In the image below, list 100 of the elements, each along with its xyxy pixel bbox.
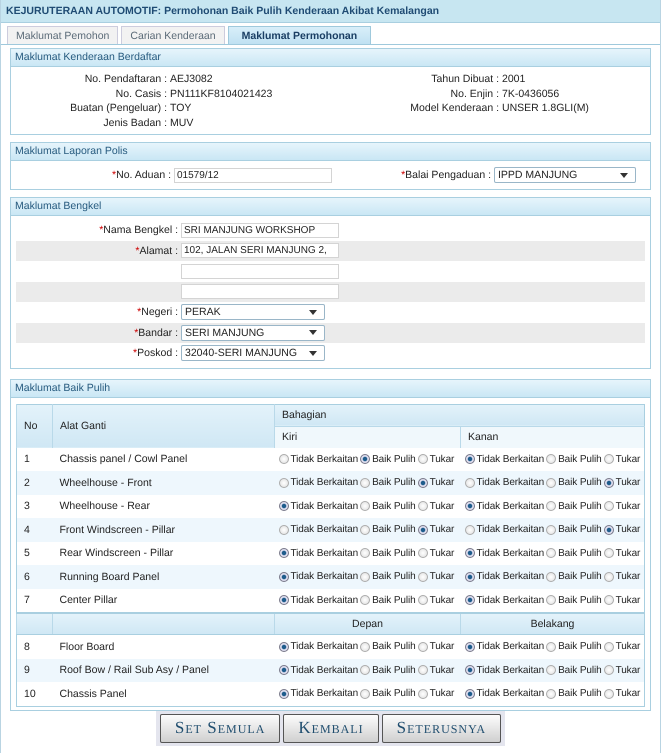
option-label: Tukar: [616, 548, 640, 559]
radio-button[interactable]: [418, 642, 428, 652]
radio-button[interactable]: [546, 454, 556, 464]
radio-button[interactable]: [418, 478, 428, 488]
caret-icon: [309, 310, 317, 315]
dropdown[interactable]: 32040-SERI MANJUNG: [181, 345, 325, 362]
radio-button[interactable]: [360, 478, 370, 488]
radio-button[interactable]: [418, 595, 428, 606]
radio-button[interactable]: [278, 524, 288, 535]
option-label: Tidak Berkaitan: [476, 641, 544, 652]
radio-button[interactable]: [360, 595, 370, 606]
radio-button[interactable]: [278, 478, 288, 488]
radio-button[interactable]: [278, 665, 288, 676]
radio-button[interactable]: [418, 665, 428, 676]
radio-button[interactable]: [604, 454, 614, 464]
radio-button[interactable]: [546, 642, 556, 652]
radio-button[interactable]: [464, 642, 474, 652]
option-label: Baik Pulih: [558, 477, 602, 488]
option-label: Tukar: [430, 664, 454, 676]
radio-button[interactable]: [604, 642, 614, 652]
dropdown[interactable]: PERAK: [181, 304, 325, 320]
radio-button[interactable]: [604, 595, 614, 606]
field-value: MUV: [170, 116, 194, 129]
radio-button[interactable]: [604, 501, 614, 512]
radio-button[interactable]: [360, 524, 370, 535]
option-label: Baik Pulih: [372, 641, 416, 652]
radio-button[interactable]: [278, 595, 288, 606]
radio-button[interactable]: [464, 665, 474, 676]
radio-button[interactable]: [546, 478, 556, 488]
input-field[interactable]: SRI MANJUNG WORKSHOP: [181, 222, 339, 238]
tab[interactable]: Maklumat Pemohon: [7, 26, 118, 44]
radio-button[interactable]: [360, 572, 370, 582]
required-mark: *: [99, 224, 104, 236]
input-field[interactable]: [181, 284, 339, 300]
radio-button[interactable]: [278, 501, 288, 512]
row-number: 5: [24, 547, 30, 560]
radio-button[interactable]: [604, 478, 614, 488]
radio-button[interactable]: [604, 548, 614, 558]
radio-button[interactable]: [418, 548, 428, 558]
radio-button[interactable]: [464, 478, 474, 488]
radio-button[interactable]: [360, 454, 370, 464]
radio-button[interactable]: [418, 688, 428, 699]
radio-button[interactable]: [546, 665, 556, 676]
input-field[interactable]: 01579/12: [174, 168, 332, 182]
panel-header: Maklumat Kenderaan Berdaftar: [11, 49, 650, 67]
radio-button[interactable]: [546, 524, 556, 535]
radio-button[interactable]: [418, 524, 428, 535]
radio-button[interactable]: [360, 501, 370, 512]
radio-button[interactable]: [360, 548, 370, 558]
radio-button[interactable]: [464, 454, 474, 464]
radio-button[interactable]: [604, 524, 614, 535]
radio-button[interactable]: [418, 501, 428, 512]
radio-button[interactable]: [604, 572, 614, 582]
radio-button[interactable]: [546, 572, 556, 582]
action-button[interactable]: Seterusnya: [382, 714, 502, 742]
row-number: 1: [24, 453, 30, 466]
tab[interactable]: Carian Kenderaan: [121, 26, 225, 44]
radio-button[interactable]: [278, 688, 288, 699]
option-label: Tukar: [430, 500, 454, 512]
tab[interactable]: Maklumat Permohonan: [228, 26, 372, 44]
input-field[interactable]: 102, JALAN SERI MANJUNG 2,: [181, 243, 339, 258]
radio-button[interactable]: [546, 548, 556, 558]
radio-button[interactable]: [546, 501, 556, 512]
input-field[interactable]: [181, 264, 339, 279]
radio-button[interactable]: [360, 688, 370, 699]
radio-button[interactable]: [278, 454, 288, 464]
radio-button[interactable]: [278, 572, 288, 582]
radio-button[interactable]: [464, 688, 474, 699]
radio-button[interactable]: [604, 665, 614, 676]
option-label: Tukar: [430, 477, 454, 488]
radio-button[interactable]: [546, 595, 556, 606]
required-mark: *: [135, 244, 140, 257]
caret-icon: [620, 172, 628, 178]
radio-button[interactable]: [278, 642, 288, 652]
radio-button[interactable]: [464, 501, 474, 512]
action-button[interactable]: Set Semula: [160, 714, 280, 742]
radio-button[interactable]: [360, 642, 370, 652]
part-name: Wheelhouse - Front: [60, 476, 152, 489]
option-label: Baik Pulih: [558, 524, 602, 536]
radio-button[interactable]: [464, 524, 474, 535]
part-name: Roof Bow / Rail Sub Asy / Panel: [60, 664, 209, 676]
radio-button[interactable]: [464, 548, 474, 558]
part-name: Floor Board: [60, 640, 114, 653]
radio-button[interactable]: [418, 572, 428, 582]
dropdown[interactable]: IPPD MANJUNG: [494, 167, 636, 183]
radio-button[interactable]: [278, 548, 288, 558]
field-value: AEJ3082: [170, 73, 214, 86]
radio-button[interactable]: [418, 454, 428, 464]
action-button[interactable]: Kembali: [283, 714, 379, 742]
option-label: Baik Pulih: [558, 664, 602, 676]
radio-button[interactable]: [464, 572, 474, 582]
radio-button[interactable]: [604, 688, 614, 699]
option-label: Tidak Berkaitan: [290, 548, 358, 559]
part-name: Front Windscreen - Pillar: [60, 524, 176, 536]
option-label: Tidak Berkaitan: [476, 454, 544, 465]
radio-button[interactable]: [360, 665, 370, 676]
dropdown[interactable]: SERI MANJUNG: [181, 324, 325, 341]
radio-button[interactable]: [464, 595, 474, 606]
row-number: 8: [24, 640, 30, 653]
radio-button[interactable]: [546, 688, 556, 699]
